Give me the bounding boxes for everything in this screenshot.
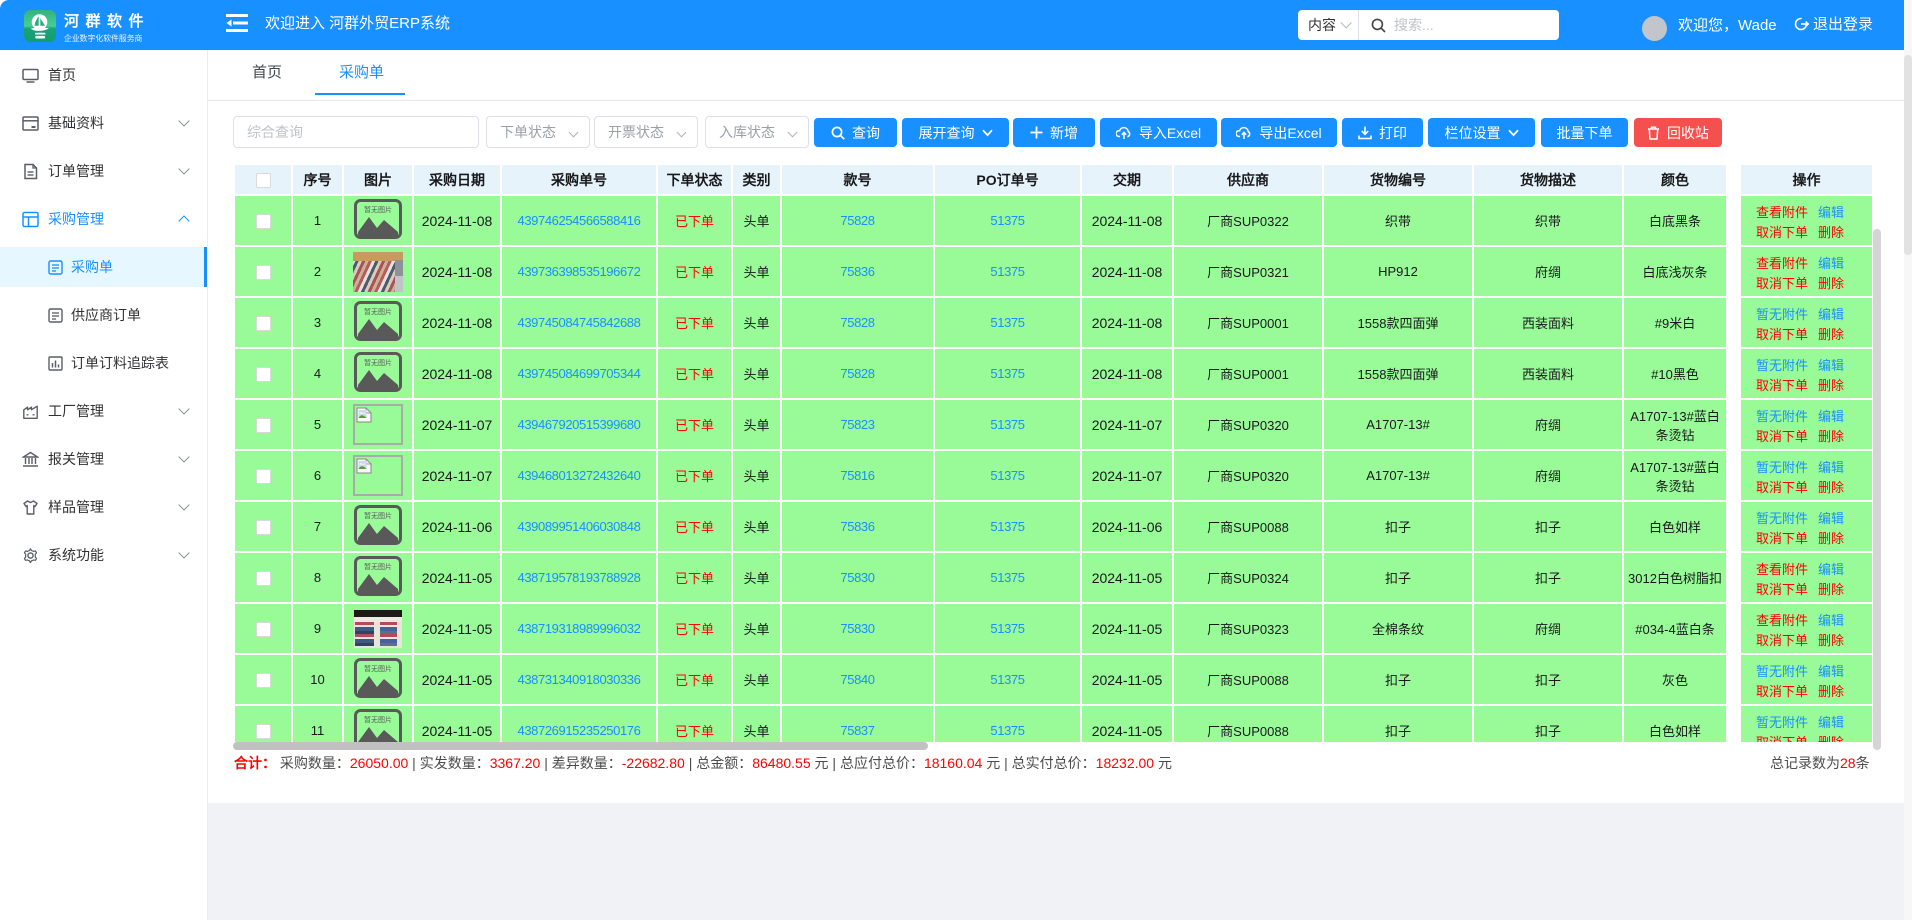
svg-text:暂无图片: 暂无图片 (364, 562, 392, 571)
svg-text:暂无图片: 暂无图片 (364, 307, 392, 316)
svg-text:暂无图片: 暂无图片 (364, 664, 392, 673)
svg-text:暂无图片: 暂无图片 (364, 511, 392, 520)
svg-text:暂无图片: 暂无图片 (364, 715, 392, 724)
svg-text:暂无图片: 暂无图片 (364, 358, 392, 367)
svg-text:暂无图片: 暂无图片 (364, 205, 392, 214)
